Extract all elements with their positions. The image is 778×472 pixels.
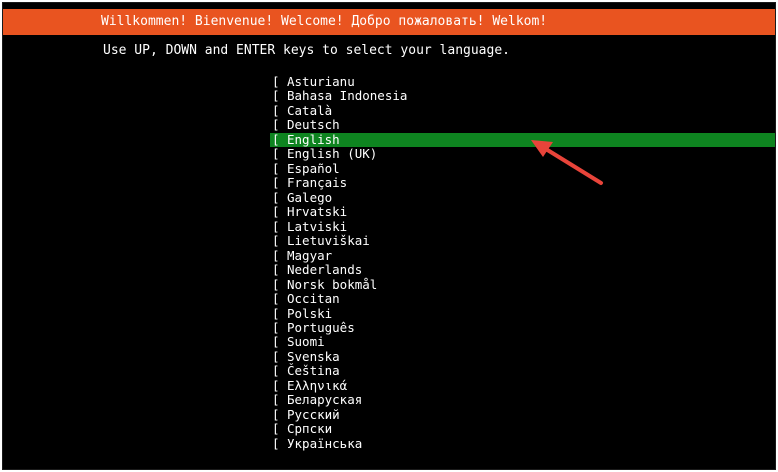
language-label: Português [287, 319, 355, 335]
option-bracket: [ [272, 291, 280, 307]
language-option[interactable]: [ Deutsch [270, 117, 775, 133]
option-bracket: [ [272, 247, 280, 263]
option-bracket: [ [272, 175, 280, 191]
language-label: Deutsch [287, 117, 340, 133]
language-label: Русский [287, 406, 340, 422]
option-bracket: [ [272, 233, 280, 249]
option-bracket: [ [272, 276, 280, 292]
option-bracket: [ [272, 131, 280, 147]
option-bracket: [ [272, 363, 280, 379]
language-option[interactable]: [ Svenska [270, 348, 775, 364]
option-bracket: [ [272, 421, 280, 437]
language-label: Suomi [287, 334, 325, 350]
language-option[interactable]: [ Hrvatski [270, 204, 775, 220]
language-label: Čeština [287, 363, 340, 379]
language-label: Magyar [287, 247, 333, 263]
language-label: English [287, 131, 340, 147]
option-bracket: [ [272, 435, 280, 451]
language-label: Galego [287, 189, 333, 205]
language-option[interactable]: [ Беларуская [270, 392, 775, 408]
language-option[interactable]: [ Latviski [270, 218, 775, 234]
option-bracket: [ [272, 377, 280, 393]
language-option[interactable]: [ Suomi [270, 334, 775, 350]
language-option[interactable]: [ Català [270, 102, 775, 118]
language-label: Français [287, 175, 348, 191]
language-label: English (UK) [287, 146, 378, 162]
language-label: Lietuviškai [287, 233, 370, 249]
language-label: Asturianu [287, 74, 355, 89]
option-bracket: [ [272, 117, 280, 133]
option-bracket: [ [272, 319, 280, 335]
option-bracket: [ [272, 334, 280, 350]
language-label: Hrvatski [287, 204, 348, 220]
language-label: Occitan [287, 291, 340, 307]
language-label: Nederlands [287, 262, 363, 278]
option-bracket: [ [272, 392, 280, 408]
language-label: Español [287, 160, 340, 176]
terminal-screen: Willkommen! Bienvenue! Welcome! Добро по… [2, 2, 776, 470]
language-label: Bahasa Indonesia [287, 88, 408, 104]
language-option[interactable]: [ Magyar [270, 247, 775, 263]
option-bracket: [ [272, 406, 280, 422]
option-bracket: [ [272, 305, 280, 321]
language-option[interactable]: [ Norsk bokmål [270, 276, 775, 292]
language-option[interactable]: [ Русский [270, 406, 775, 422]
language-option[interactable]: [ Српски [270, 421, 775, 437]
option-bracket: [ [272, 218, 280, 234]
welcome-header: Willkommen! Bienvenue! Welcome! Добро по… [3, 9, 775, 35]
option-bracket: [ [272, 204, 280, 220]
arrow-icon [531, 140, 603, 185]
language-option[interactable]: [ Asturianu [270, 74, 775, 89]
option-bracket: [ [272, 262, 280, 278]
instruction-text: Use UP, DOWN and ENTER keys to select yo… [103, 43, 510, 58]
language-option[interactable]: [ Nederlands [270, 262, 775, 278]
option-bracket: [ [272, 160, 280, 176]
language-label: Svenska [287, 348, 340, 364]
option-bracket: [ [272, 88, 280, 104]
language-label: Српски [287, 421, 333, 437]
language-option[interactable]: [ Čeština [270, 363, 775, 379]
language-option[interactable]: [ Português [270, 319, 775, 335]
language-option[interactable]: [ Lietuviškai [270, 233, 775, 249]
language-label: Ελληνικά [287, 377, 348, 393]
option-bracket: [ [272, 348, 280, 364]
option-bracket: [ [272, 146, 280, 162]
option-bracket: [ [272, 74, 280, 89]
language-label: Norsk bokmål [287, 276, 378, 292]
language-option[interactable]: [ Українська [270, 435, 775, 451]
option-bracket: [ [272, 102, 280, 118]
language-label: Polski [287, 305, 333, 321]
language-option[interactable]: [ Ελληνικά [270, 377, 775, 393]
language-label: Українська [287, 435, 363, 451]
language-label: Latviski [287, 218, 348, 234]
language-label: Беларуская [287, 392, 363, 408]
language-option[interactable]: [ Polski [270, 305, 775, 321]
language-option[interactable]: [ Occitan [270, 291, 775, 307]
language-label: Català [287, 102, 333, 118]
language-option[interactable]: [ Bahasa Indonesia [270, 88, 775, 104]
option-bracket: [ [272, 189, 280, 205]
language-list: [ Asturianu [ Bahasa Indonesia [ Català [ Deuts… [270, 74, 775, 451]
